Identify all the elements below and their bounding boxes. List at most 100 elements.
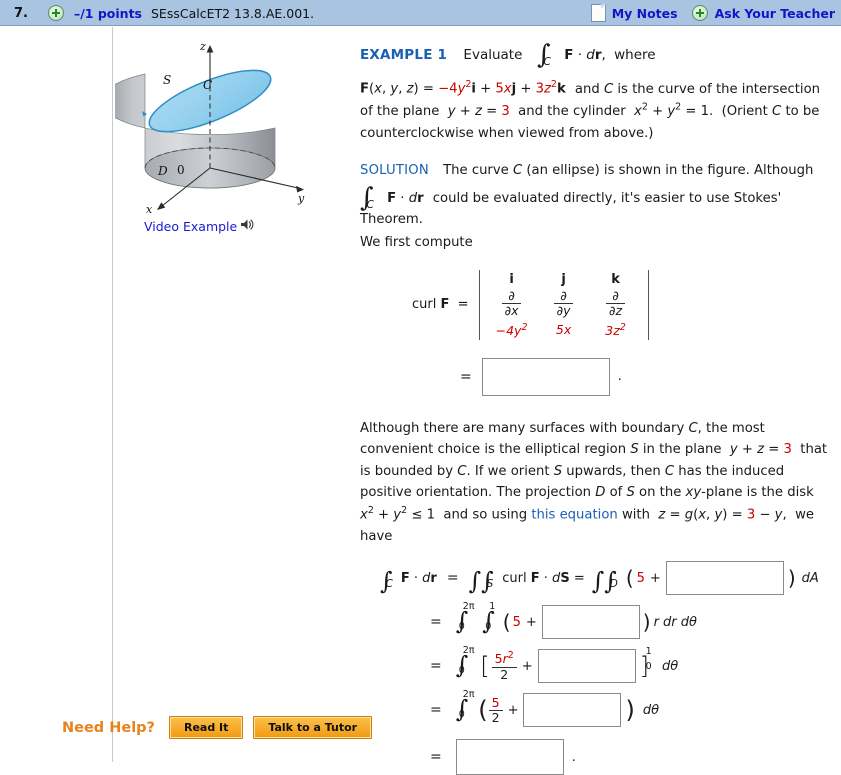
integral-3: ∫ 2π 0: [455, 644, 475, 679]
surface-S-label: S: [163, 73, 171, 87]
points-label: –/1 points: [73, 5, 142, 21]
double-integral-D-subscript: D: [609, 578, 618, 591]
equals-sign-curl: =: [460, 368, 472, 385]
derivation-answer-input-3[interactable]: [537, 649, 636, 684]
derivation-line-3: = ∫ 2π 0 [ 5r2 2 + ] 1 0 dθ: [360, 644, 835, 684]
fraction-denominator-4: 2: [491, 709, 500, 725]
note-page-icon: [590, 4, 606, 22]
open-bracket-3: [: [480, 652, 490, 681]
plane-clause: the plane y + z = 3 and the cylinder x2 …: [360, 102, 820, 141]
dtheta-differential-4: dθ: [642, 702, 660, 718]
upper-limit-3: 2π: [462, 644, 475, 656]
term3-variable: z: [543, 81, 551, 97]
inner-lower-limit-2: 0: [485, 620, 492, 632]
speaker-icon: [240, 218, 254, 234]
solution-block: SOLUTION The curve C (an ellipse) is sho…: [360, 160, 835, 181]
final-answer-input[interactable]: [455, 739, 564, 775]
fraction-denominator-3: 2: [500, 666, 509, 682]
line-integral-subscript-2: C: [366, 198, 374, 211]
line-integral-subscript: C: [543, 56, 551, 68]
close-paren-4: ): [625, 696, 635, 725]
g-function-constant: 3: [746, 507, 756, 523]
green-plus-icon[interactable]: [47, 5, 64, 21]
video-example-link[interactable]: Video Example: [144, 218, 254, 234]
plus-sign-4: +: [507, 702, 519, 718]
prompt-verb: Evaluate: [463, 47, 523, 63]
this-equation-link[interactable]: this equation: [531, 508, 617, 523]
partial-denominator-z: ∂z: [609, 302, 623, 318]
partial-symbol-y: ∂: [553, 289, 574, 305]
x-axis-label: x: [146, 203, 153, 216]
question-header-left: 7. –/1 points SEssCalcET2 13.8.AE.001.: [0, 0, 314, 26]
question-header-bar: 7. –/1 points SEssCalcET2 13.8.AE.001. M…: [0, 0, 841, 26]
need-help-label: Need Help?: [62, 719, 155, 736]
determinant-column-i: i ∂ ∂x −4y2: [486, 272, 538, 338]
integrand-expression-3: F · dr: [400, 570, 437, 586]
dtheta-differential-3: dθ: [662, 658, 679, 674]
derivation-line-4: = ∫ 2π 0 ( 5 2 + ) dθ: [360, 688, 835, 728]
partial-y-fraction: ∂ ∂y: [553, 288, 574, 319]
partial-denominator-x: ∂x: [504, 302, 519, 318]
ask-your-teacher-link[interactable]: Ask Your Teacher: [715, 6, 835, 21]
integral-4: ∫ 2π 0: [455, 688, 475, 723]
origin-label: 0: [177, 163, 185, 177]
video-example-label: Video Example: [144, 218, 238, 234]
curl-answer-input[interactable]: [481, 357, 610, 396]
eval-lower-3: 0: [645, 661, 652, 673]
upper-limit-4: 2π: [462, 688, 475, 700]
curl-determinant-block: curl F = i ∂ ∂x −4y2 j ∂ ∂y 5x k ∂ ∂z 3z…: [360, 269, 835, 340]
close-bracket-eval-3: ] 1 0: [640, 646, 652, 680]
integrand-expression: F · dr,: [564, 47, 606, 63]
partial-z-fraction: ∂ ∂z: [606, 288, 626, 319]
unit-vector-i: i: [509, 271, 514, 287]
constant-5-line1: 5: [636, 570, 645, 586]
y-axis-label: y: [297, 192, 305, 205]
plus-sign-2: +: [525, 614, 537, 630]
equals-sign-2: =: [430, 614, 442, 631]
inner-integral-2: ∫ 1 0: [482, 600, 496, 635]
read-it-button[interactable]: Read It: [168, 716, 244, 739]
plus-sign-1: +: [649, 570, 661, 586]
determinant-column-j: j ∂ ∂y 5x: [538, 272, 590, 338]
derivation-answer-input-4[interactable]: [523, 693, 622, 728]
line-integral-subscript-3: C: [385, 578, 393, 591]
term1-unit-vector: i: [471, 81, 476, 97]
component-x: −4y2: [495, 321, 528, 338]
term1-coefficient: −4: [438, 81, 458, 97]
curl-dS-expression: curl F · dS =: [502, 570, 585, 586]
inner-upper-limit-2: 1: [489, 600, 496, 612]
vector-field-definition: F(x, y, z) = −4y2i + 5xj + 3z2k and C is…: [360, 79, 821, 141]
equals-sign-1: =: [446, 570, 459, 587]
partial-x-fraction: ∂ ∂x: [501, 288, 522, 319]
example-label: EXAMPLE 1: [360, 47, 448, 63]
derivation-answer-input-2[interactable]: [541, 605, 640, 640]
term2-coefficient: 5: [495, 81, 504, 97]
talk-to-a-tutor-button[interactable]: Talk to a Tutor: [253, 716, 373, 739]
close-paren-1: ): [787, 566, 796, 591]
derivation-answer-input-1[interactable]: [665, 561, 784, 596]
fraction-5-over-2: 5 2: [488, 695, 503, 726]
equals-sign-5: =: [430, 749, 442, 766]
integrand-expression-2: F · dr: [387, 190, 424, 206]
partial-denominator-y: ∂y: [556, 303, 571, 319]
solution-label: SOLUTION: [360, 163, 429, 179]
equals-sign-4: =: [430, 702, 442, 719]
curl-result-row: = .: [360, 357, 835, 396]
outer-lower-limit-2: 0: [458, 620, 465, 632]
z-axis-arrowhead: [206, 45, 214, 53]
dA-differential: dA: [801, 570, 819, 586]
solution-line-2-row: ∫C F · dr could be evaluated directly, i…: [360, 185, 835, 231]
my-notes-link[interactable]: My Notes: [612, 6, 678, 21]
term3-unit-vector: k: [556, 81, 566, 97]
ask-teacher-plus-icon[interactable]: [691, 5, 708, 21]
term2-unit-vector: j: [511, 81, 517, 97]
component-z: 3z2: [605, 321, 626, 338]
open-paren-4: (: [478, 696, 488, 725]
stokes-theorem-cylinder-figure: z y x S C D 0: [100, 36, 310, 226]
partial-symbol-x: ∂: [501, 288, 522, 304]
outer-upper-limit-2: 2π: [462, 600, 475, 612]
component-y: 5x: [555, 322, 572, 338]
example-heading: EXAMPLE 1 Evaluate ∫C F · dr, where: [360, 42, 835, 68]
question-code: SEssCalcET2 13.8.AE.001.: [150, 5, 315, 21]
derivation-line-2: = ∫ 2π 0 ∫ 1 0 ( 5 + ) r dr dθ: [360, 600, 835, 640]
